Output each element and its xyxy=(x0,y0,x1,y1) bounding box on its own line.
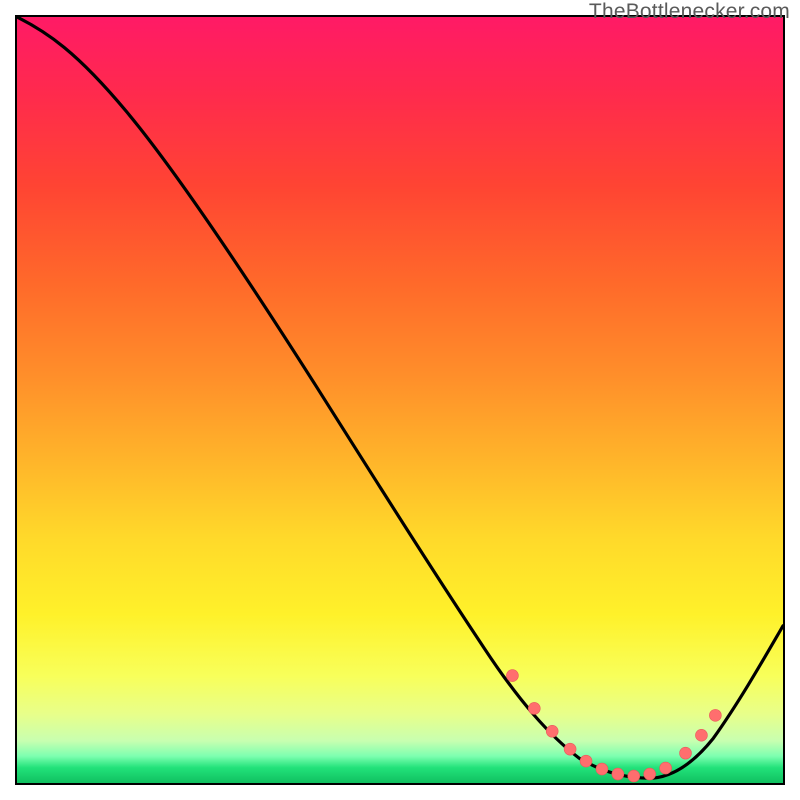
chart-stage: TheBottlenecker.com xyxy=(0,0,800,800)
watermark-text: TheBottlenecker.com xyxy=(589,0,790,24)
plot-area xyxy=(15,15,785,785)
curve-layer xyxy=(17,17,783,783)
ideal-range-dots xyxy=(506,670,721,782)
bottleneck-curve xyxy=(17,17,783,778)
